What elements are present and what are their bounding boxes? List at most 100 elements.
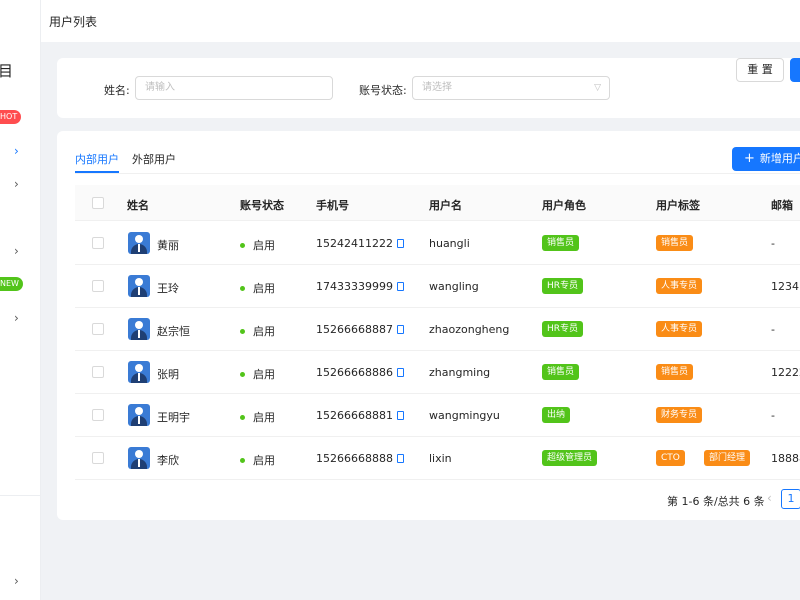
status-dot-icon — [240, 285, 245, 291]
account-status: 启用 — [240, 409, 275, 425]
email: - — [771, 409, 775, 422]
user-role-tag: HR专员 — [542, 278, 584, 294]
chevron-right-icon[interactable]: › — [14, 145, 24, 157]
copy-icon[interactable] — [396, 281, 404, 291]
copy-icon[interactable] — [396, 324, 404, 334]
table-row[interactable]: 黄丽 启用 15242411222 huangli 销售员 销售员 - — [75, 222, 800, 265]
row-checkbox[interactable] — [92, 452, 104, 464]
column-header: 手机号 — [316, 199, 349, 212]
collapse-chevron-icon[interactable]: › — [14, 575, 24, 587]
email: 12341 — [771, 280, 800, 293]
user-role-tag: 超级管理员 — [542, 450, 598, 466]
phone-number: 15266668888 — [316, 452, 404, 465]
query-button[interactable] — [790, 58, 800, 82]
phone-number: 15266668886 — [316, 366, 404, 379]
user-table-card: 内部用户 外部用户 + 新增用户 姓名 账号状态 手机号 用户名 用户角色 用户标… — [57, 131, 800, 520]
status-dot-icon — [240, 242, 245, 248]
user-name: 张明 — [157, 368, 179, 381]
tab-ink-bar — [75, 171, 119, 173]
avatar — [128, 318, 150, 340]
user-tag: CTO — [656, 450, 685, 466]
page-title: 用户列表 — [49, 15, 98, 29]
name-input[interactable]: 请输入 — [135, 76, 333, 100]
table-row[interactable]: 赵宗恒 启用 15266668887 zhaozongheng HR专员 人事专员 - — [75, 308, 800, 351]
row-checkbox[interactable] — [92, 280, 104, 292]
avatar — [128, 275, 150, 297]
tab-divider — [75, 173, 800, 174]
tab-internal-users[interactable]: 内部用户 — [75, 151, 119, 167]
row-checkbox[interactable] — [92, 323, 104, 335]
username: zhaozongheng — [429, 323, 510, 336]
add-user-button[interactable]: + 新增用户 — [732, 147, 800, 171]
sidebar-title: 目 — [0, 60, 13, 81]
new-badge: NEW — [0, 277, 23, 291]
page-1-button[interactable]: 1 — [781, 489, 800, 509]
copy-icon[interactable] — [396, 238, 404, 248]
account-status: 启用 — [240, 237, 275, 253]
row-checkbox[interactable] — [92, 409, 104, 421]
avatar — [128, 361, 150, 383]
user-tag: 人事专员 — [656, 321, 703, 337]
user-role-tag: 销售员 — [542, 364, 580, 380]
email: - — [771, 323, 775, 336]
user-tag: 人事专员 — [656, 278, 703, 294]
copy-icon[interactable] — [396, 367, 404, 377]
sidebar: 目 HOT › › › NEW › › — [0, 0, 41, 600]
account-status: 启用 — [240, 452, 275, 468]
user-role-tag: 出纳 — [542, 407, 571, 423]
username: wangmingyu — [429, 409, 500, 422]
user-tag: 销售员 — [656, 364, 694, 380]
column-header: 邮箱 — [771, 199, 793, 212]
email: - — [771, 237, 775, 250]
user-name: 王明宇 — [157, 411, 190, 424]
account-status: 启用 — [240, 280, 275, 296]
chevron-right-icon[interactable]: › — [14, 312, 24, 324]
user-role-tag: 销售员 — [542, 235, 580, 251]
copy-icon[interactable] — [396, 453, 404, 463]
column-header: 姓名 — [127, 199, 149, 212]
phone-number: 15266668887 — [316, 323, 404, 336]
username: wangling — [429, 280, 479, 293]
avatar — [128, 404, 150, 426]
column-header: 用户角色 — [542, 199, 586, 212]
email: 18888 — [771, 452, 800, 465]
status-select[interactable]: 请选择 ▽ — [412, 76, 610, 100]
table-header: 姓名 账号状态 手机号 用户名 用户角色 用户标签 邮箱 — [75, 185, 800, 221]
chevron-right-icon[interactable]: › — [14, 178, 24, 190]
chevron-right-icon[interactable]: › — [14, 245, 24, 257]
username: huangli — [429, 237, 470, 250]
phone-number: 15266668881 — [316, 409, 404, 422]
username: lixin — [429, 452, 452, 465]
tab-external-users[interactable]: 外部用户 — [132, 151, 176, 167]
table-row[interactable]: 张明 启用 15266668886 zhangming 销售员 销售员 12222 — [75, 351, 800, 394]
row-checkbox[interactable] — [92, 366, 104, 378]
page-header: 用户列表 — [41, 0, 800, 42]
table-row[interactable]: 王玲 启用 17433339999 wangling HR专员 人事专员 12341 — [75, 265, 800, 308]
avatar — [128, 232, 150, 254]
user-role-tag: HR专员 — [542, 321, 584, 337]
chevron-left-icon[interactable]: ‹ — [767, 491, 772, 505]
copy-icon[interactable] — [396, 410, 404, 420]
row-checkbox[interactable] — [92, 237, 104, 249]
table-row[interactable]: 李欣 启用 15266668888 lixin 超级管理员 CTO 部门经理 18888 — [75, 437, 800, 480]
select-all-checkbox[interactable] — [92, 197, 104, 209]
status-placeholder: 请选择 — [422, 82, 452, 93]
user-name: 王玲 — [157, 282, 179, 295]
column-header: 账号状态 — [240, 199, 284, 212]
user-name: 李欣 — [157, 454, 179, 467]
pagination-summary: 第 1-6 条/总共 6 条 — [667, 495, 765, 508]
avatar — [128, 447, 150, 469]
chevron-down-icon: ▽ — [594, 83, 601, 93]
phone-number: 17433339999 — [316, 280, 404, 293]
account-status: 启用 — [240, 366, 275, 382]
hot-badge: HOT — [0, 110, 22, 124]
status-label: 账号状态: — [359, 84, 407, 97]
account-status: 启用 — [240, 323, 275, 339]
username: zhangming — [429, 366, 491, 379]
status-dot-icon — [240, 371, 245, 377]
table-row[interactable]: 王明宇 启用 15266668881 wangmingyu 出纳 财务专员 - — [75, 394, 800, 437]
reset-button[interactable]: 重 置 — [736, 58, 784, 82]
user-name: 黄丽 — [157, 239, 179, 252]
user-tag: 财务专员 — [656, 407, 703, 423]
phone-number: 15242411222 — [316, 237, 404, 250]
